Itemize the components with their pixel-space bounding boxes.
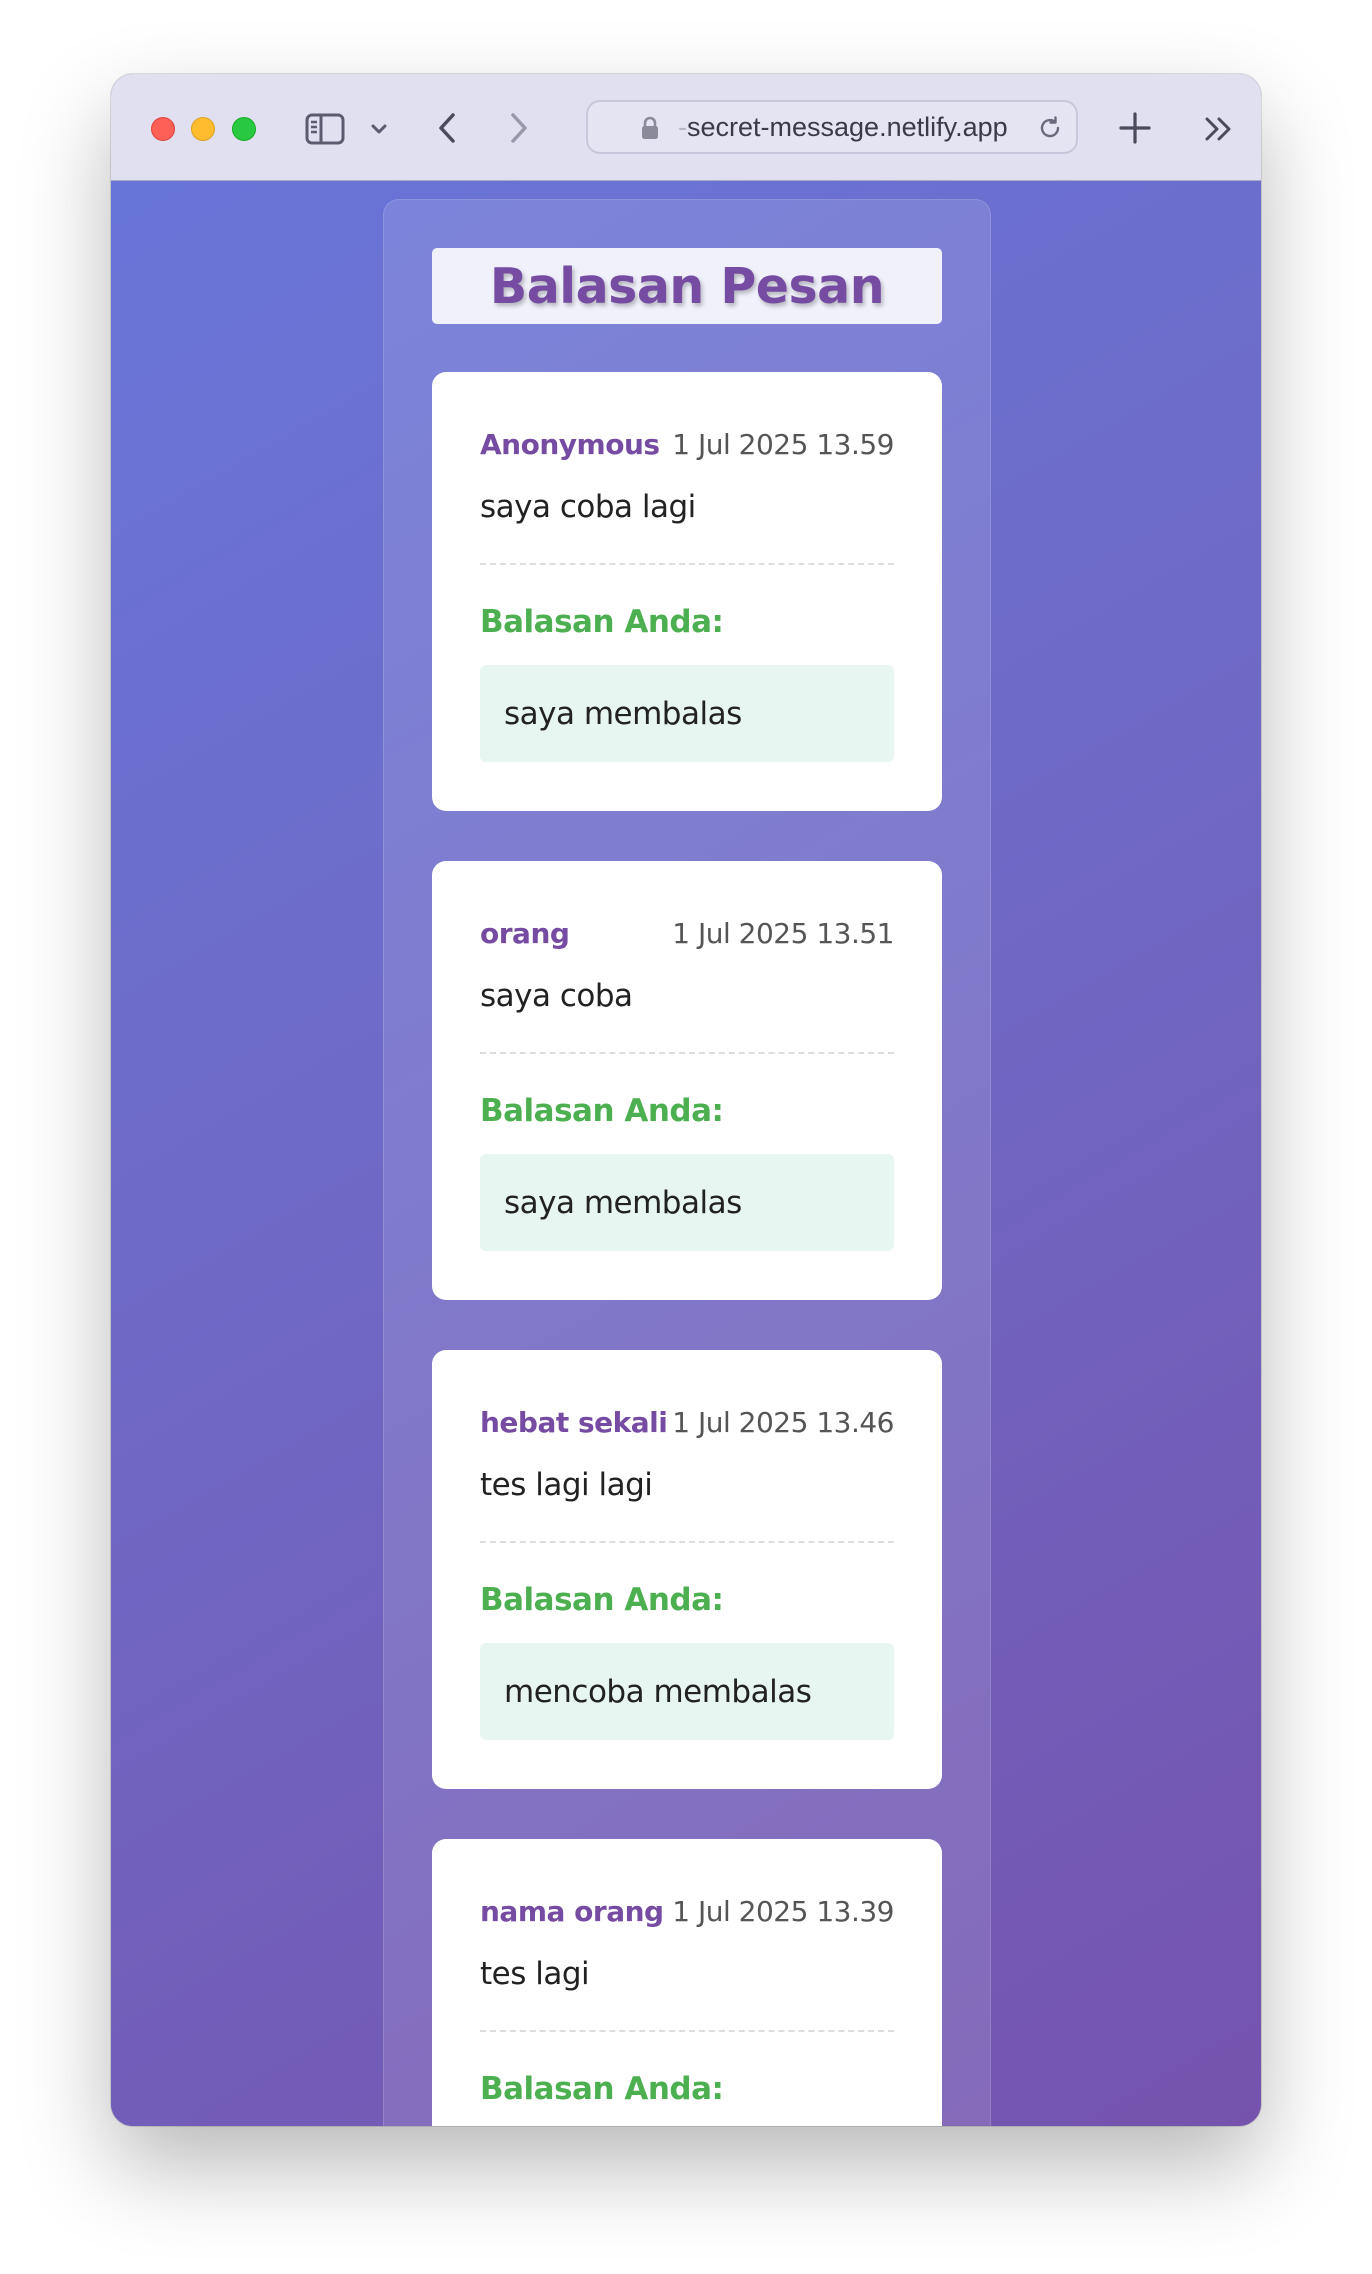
reply-text: saya membalas [504,1184,742,1221]
reload-icon[interactable] [1036,114,1064,142]
page-title: Balasan Pesan [489,257,885,315]
divider [480,563,894,565]
sender-name: orang [480,916,570,950]
message-header: hebat sekali 1 Jul 2025 13.46 [480,1402,894,1442]
message-card: orang 1 Jul 2025 13.51 saya coba Balasan… [432,861,942,1300]
message-timestamp: 1 Jul 2025 13.39 [672,1894,894,1928]
reply-box: saya membalas [480,1154,894,1251]
reply-text: mencoba membalas [504,1673,812,1710]
reply-label: Balasan Anda: [480,1582,724,1618]
message-timestamp: 1 Jul 2025 13.46 [672,1405,894,1439]
message-text: saya coba [480,978,633,1014]
divider [480,2030,894,2032]
more-icon[interactable] [1201,112,1237,146]
message-header: orang 1 Jul 2025 13.51 [480,913,894,953]
message-timestamp: 1 Jul 2025 13.59 [672,427,894,461]
chevron-down-icon[interactable] [369,120,389,138]
lock-icon [640,116,660,140]
message-text: tes lagi lagi [480,1467,653,1503]
browser-window: -secret-message.netlify.app Balasan Pesa… [111,74,1261,2126]
zoom-window-button[interactable] [232,117,256,141]
browser-toolbar: -secret-message.netlify.app [111,74,1261,181]
message-header: Anonymous 1 Jul 2025 13.59 [480,424,894,464]
url-text: -secret-message.netlify.app [678,102,1008,152]
new-tab-icon[interactable] [1115,108,1155,148]
reply-label: Balasan Anda: [480,604,724,640]
message-text: tes lagi [480,1956,590,1992]
back-icon[interactable] [433,110,463,146]
page-header: Balasan Pesan [432,248,942,324]
reply-box: saya membalas [480,665,894,762]
page-viewport[interactable]: Balasan Pesan Anonymous 1 Jul 2025 13.59… [111,181,1261,2126]
close-window-button[interactable] [151,117,175,141]
reply-label: Balasan Anda: [480,2071,724,2107]
message-card: hebat sekali 1 Jul 2025 13.46 tes lagi l… [432,1350,942,1789]
reply-label: Balasan Anda: [480,1093,724,1129]
sender-name: hebat sekali [480,1405,668,1439]
url-prefix: - [678,112,687,142]
message-header: nama orang 1 Jul 2025 13.39 [480,1891,894,1931]
sidebar-icon[interactable] [305,112,345,146]
message-card: nama orang 1 Jul 2025 13.39 tes lagi Bal… [432,1839,942,2126]
address-bar[interactable]: -secret-message.netlify.app [586,100,1078,154]
divider [480,1541,894,1543]
messages-panel: Balasan Pesan Anonymous 1 Jul 2025 13.59… [383,199,991,2126]
sender-name: nama orang [480,1894,664,1928]
message-card: Anonymous 1 Jul 2025 13.59 saya coba lag… [432,372,942,811]
url-domain: secret-message.netlify.app [687,112,1008,142]
minimize-window-button[interactable] [191,117,215,141]
forward-icon[interactable] [503,110,533,146]
message-text: saya coba lagi [480,489,696,525]
reply-text: saya membalas [504,695,742,732]
reply-box: mencoba membalas [480,1643,894,1740]
message-timestamp: 1 Jul 2025 13.51 [672,916,894,950]
sender-name: Anonymous [480,427,660,461]
divider [480,1052,894,1054]
